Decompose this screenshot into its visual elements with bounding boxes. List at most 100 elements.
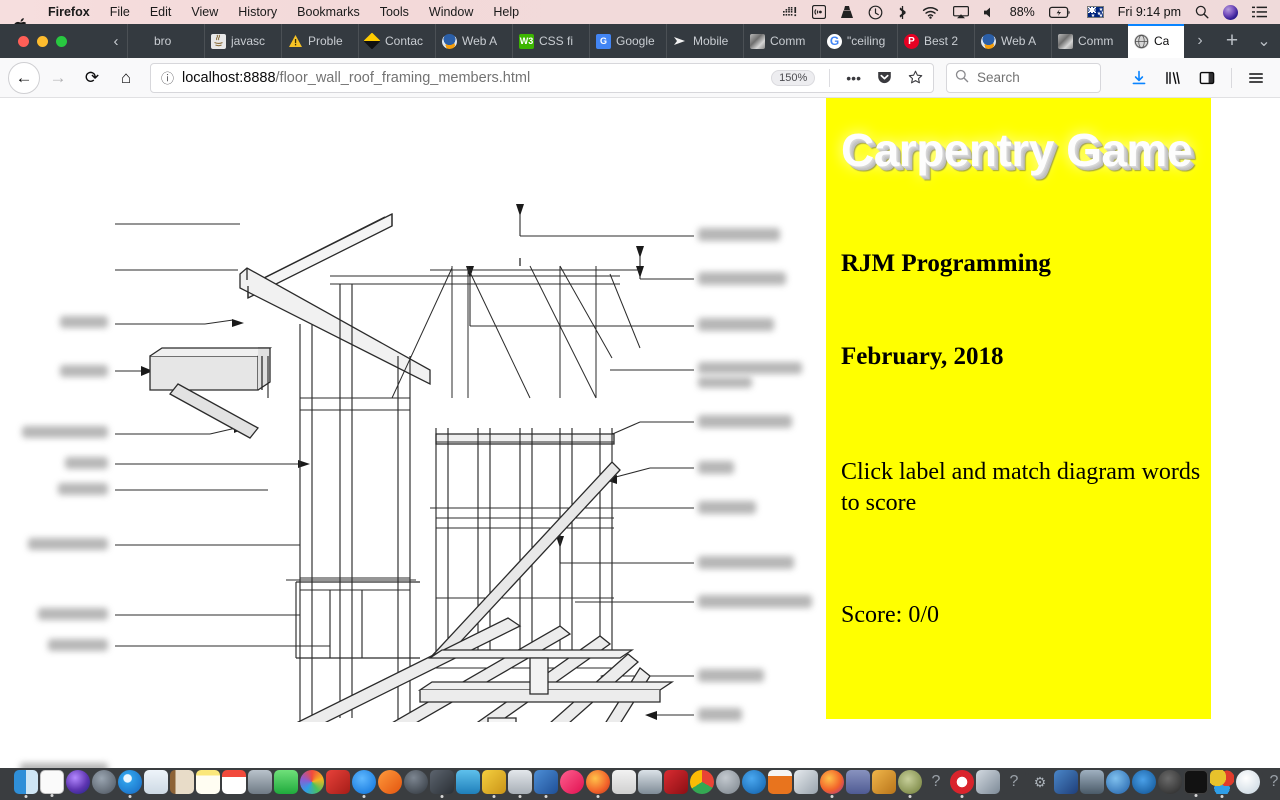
dock-icon-chrome[interactable] [690,770,714,794]
wifi-icon[interactable] [915,6,946,19]
minimize-button[interactable] [37,35,48,47]
diagram-label-left[interactable] [60,316,108,328]
dock-icon-messages[interactable] [274,770,298,794]
reload-icon[interactable]: ⟳ [76,62,108,94]
diagram-label-left[interactable] [38,608,108,620]
diagram-label-left[interactable] [60,365,108,377]
dock-icon-app-store[interactable] [352,770,376,794]
dock-icon-question-3[interactable]: ? [1262,770,1280,794]
clock-label[interactable]: Fri 9:14 pm [1111,0,1188,24]
dock-icon-opera-blue[interactable] [742,770,766,794]
dock-icon-opera[interactable] [950,770,974,794]
tab-ceiling[interactable]: G "ceiling [820,24,897,58]
dock-icon-black-terminal[interactable] [1184,770,1208,794]
tab-contact[interactable]: Contac [358,24,435,58]
dock-icon-vlc[interactable] [768,770,792,794]
list-all-tabs-button[interactable]: ⌄ [1248,31,1280,51]
battery-charging-icon[interactable] [1042,6,1080,19]
diagram-label-right[interactable] [698,501,756,514]
dock-icon-system-preferences[interactable] [248,770,272,794]
dock-icon-notes[interactable] [196,770,220,794]
time-machine-icon[interactable] [861,5,890,20]
dock-icon-graphics-editor[interactable] [534,770,558,794]
zoom-level-badge[interactable]: 150% [771,69,816,86]
tab-bro[interactable]: bro [127,24,204,58]
airplay-audio-icon[interactable] [805,5,833,19]
notification-center-icon[interactable] [1245,6,1274,18]
dock-icon-itunes-grey[interactable] [404,770,428,794]
tab-mobile[interactable]: Mobile [666,24,743,58]
library-icon[interactable] [1157,62,1189,94]
dock-icon-github[interactable] [1158,770,1182,794]
dock-icon-calendar[interactable] [222,770,246,794]
dock-icon-screen-share[interactable] [638,770,662,794]
menu-item-help[interactable]: Help [483,0,529,24]
tab-javascript[interactable]: javasc [204,24,281,58]
dock-icon-ibooks[interactable] [378,770,402,794]
dock-icon-photo-app[interactable] [482,770,506,794]
dock-icon-editor[interactable] [1080,770,1104,794]
ellipsis-icon[interactable]: ••• [842,70,865,86]
dock-icon-contacts[interactable] [170,770,194,794]
dock-icon-firefox[interactable] [820,770,844,794]
tab-google-translate[interactable]: G Google [589,24,666,58]
tab-web-app-2[interactable]: Web A [974,24,1051,58]
tab-css[interactable]: W3 CSS fi [512,24,589,58]
zoom-button[interactable] [56,35,67,47]
diagram-label-left[interactable] [48,639,108,651]
volume-icon[interactable] [976,6,1003,19]
hamburger-menu-icon[interactable] [1240,62,1272,94]
diagram-label-right[interactable] [698,362,802,374]
tab-pinterest[interactable]: P Best 2 [897,24,974,58]
dock-icon-siri[interactable] [66,770,90,794]
dock-icon-question-2[interactable]: ? [1002,770,1026,794]
back-arrow-icon[interactable]: ← [8,61,40,94]
flag-icon[interactable]: ★ ★ ★ ★ ★ [1080,6,1111,18]
diagram-label-left[interactable] [65,457,108,469]
diagram-label-right[interactable] [698,461,734,474]
apple-logo-icon[interactable] [11,4,28,35]
forward-arrow-icon[interactable]: → [42,62,74,94]
page-info-icon[interactable]: ⓘ [161,68,174,87]
dock-icon-colored-balls[interactable] [1210,770,1234,794]
sidebar-icon[interactable] [1191,62,1223,94]
bluetooth-icon[interactable] [890,5,915,20]
pocket-icon[interactable] [873,70,896,85]
dock-icon-visual-studio[interactable] [1054,770,1078,794]
tab-carpentry-game[interactable]: Ca ✕ [1128,24,1184,58]
diagram-label-right[interactable] [698,708,742,721]
tab-comm-1[interactable]: Comm [743,24,820,58]
screen-mirroring-icon[interactable] [946,5,976,19]
menu-item-bookmarks[interactable]: Bookmarks [287,0,370,24]
menu-item-view[interactable]: View [181,0,228,24]
tab-problem[interactable]: Proble [281,24,358,58]
dock-icon-box[interactable] [794,770,818,794]
dock-icon-text-editor[interactable] [40,770,64,794]
tab-web-app-1[interactable]: Web A [435,24,512,58]
diagram-label-right[interactable] [698,415,792,428]
menu-item-file[interactable]: File [100,0,140,24]
dock-icon-trash-blue[interactable] [456,770,480,794]
dock-icon-music[interactable] [560,770,584,794]
diagram-label-right[interactable] [698,228,780,241]
dock-icon-blue-swoosh[interactable] [1132,770,1156,794]
dock-icon-photos[interactable] [300,770,324,794]
url-bar[interactable]: ⓘ localhost:8888/floor_wall_roof_framing… [150,62,934,93]
dock-icon-preview[interactable] [144,770,168,794]
dock-icon-robot[interactable]: ⚙ [1028,770,1052,794]
search-box[interactable]: Search [946,62,1101,93]
diagram-label-right[interactable] [698,377,752,388]
signal-dots-icon[interactable] [776,6,805,18]
new-tab-button[interactable]: + [1216,29,1248,53]
dock-icon-firefox-dev[interactable] [586,770,610,794]
download-icon[interactable] [1123,62,1155,94]
menu-item-window[interactable]: Window [419,0,483,24]
dock-icon-php[interactable] [846,770,870,794]
diagram-label-right[interactable] [698,556,794,569]
dock-icon-sound-app[interactable] [872,770,896,794]
spotlight-search-icon[interactable] [1188,5,1216,19]
home-icon[interactable]: ⌂ [110,62,142,94]
diagram-label-left[interactable] [22,426,108,438]
dock-icon-app-grid[interactable] [612,770,636,794]
dock-icon-water-drop[interactable] [1236,770,1260,794]
